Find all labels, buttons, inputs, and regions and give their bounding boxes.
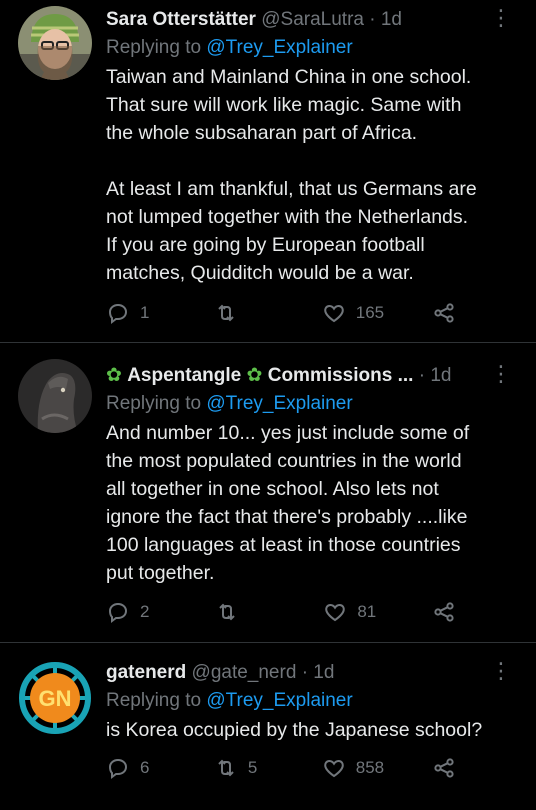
retweet-icon	[215, 600, 239, 624]
avatar-logo-text: GN	[39, 686, 72, 711]
mention-link[interactable]: @Trey_Explainer	[206, 37, 352, 58]
timestamp[interactable]: 1d	[430, 365, 451, 386]
tweet[interactable]: GN gatenerd @gate_nerd · 1d ⋮ Replying t…	[0, 643, 536, 810]
more-options-icon[interactable]: ⋮	[490, 6, 512, 34]
replying-to: Replying to @Trey_Explainer	[106, 34, 510, 62]
display-name[interactable]: Aspentangle	[127, 365, 241, 386]
user-handle[interactable]: @SaraLutra	[261, 9, 364, 30]
avatar[interactable]	[18, 6, 92, 80]
retweet-icon	[214, 756, 238, 780]
retweet-button[interactable]	[215, 600, 275, 624]
like-count: 858	[355, 758, 385, 777]
replying-to: Replying to @Trey_Explainer	[106, 390, 510, 418]
display-name[interactable]: gatenerd	[106, 662, 186, 683]
reply-button[interactable]: 6	[106, 756, 166, 780]
tweet-text: is Korea occupied by the Japanese school…	[106, 719, 483, 741]
tweet[interactable]: Sara Otterstätter @SaraLutra · 1d ⋮ Repl…	[0, 0, 536, 343]
reply-icon	[106, 600, 130, 624]
display-name-suffix[interactable]: Commissions ...	[268, 365, 414, 386]
separator-dot: ·	[418, 365, 426, 386]
retweet-button[interactable]	[214, 301, 274, 325]
mention-link[interactable]: @Trey_Explainer	[206, 393, 352, 414]
share-icon	[432, 756, 456, 780]
leaf-icon: ✿	[106, 365, 122, 386]
reply-button[interactable]: 1	[106, 301, 166, 325]
share-icon	[432, 600, 456, 624]
replying-prefix: Replying to	[106, 393, 202, 414]
like-count: 81	[357, 602, 377, 621]
more-options-icon[interactable]: ⋮	[490, 659, 512, 687]
like-button[interactable]: 81	[323, 600, 383, 624]
user-handle[interactable]: @gate_nerd	[192, 662, 297, 683]
share-button[interactable]	[432, 600, 456, 624]
reply-icon	[106, 301, 130, 325]
more-options-icon[interactable]: ⋮	[490, 362, 512, 390]
reply-count: 2	[140, 602, 150, 621]
tweet-text: And number 10... yes just include some o…	[106, 422, 470, 584]
avatar-image	[18, 6, 92, 80]
retweet-icon	[214, 301, 238, 325]
replying-to: Replying to @Trey_Explainer	[106, 687, 510, 715]
mention-link[interactable]: @Trey_Explainer	[206, 690, 352, 711]
timestamp[interactable]: 1d	[313, 662, 334, 683]
replying-prefix: Replying to	[106, 690, 202, 711]
heart-icon	[323, 600, 347, 624]
retweet-count: 5	[247, 758, 258, 777]
avatar-image: GN	[18, 661, 92, 735]
share-icon	[432, 301, 456, 325]
tweet[interactable]: ✿ Aspentangle ✿ Commissions ... · 1d ⋮ R…	[0, 343, 536, 643]
replying-prefix: Replying to	[106, 37, 202, 58]
like-count: 165	[355, 303, 385, 322]
action-bar: 1 165	[106, 298, 456, 328]
action-bar: 2 81	[106, 597, 456, 627]
tweet-text: Taiwan and Mainland China in one school.…	[106, 66, 477, 284]
heart-icon	[322, 301, 346, 325]
reply-count: 6	[140, 758, 150, 777]
share-button[interactable]	[432, 301, 456, 325]
retweet-button[interactable]: 5	[214, 756, 274, 780]
separator-dot: ·	[369, 9, 376, 30]
reply-button[interactable]: 2	[106, 600, 166, 624]
avatar-image	[18, 359, 92, 433]
avatar[interactable]	[18, 359, 92, 433]
like-button[interactable]: 858	[322, 756, 384, 780]
share-button[interactable]	[432, 756, 456, 780]
display-name[interactable]: Sara Otterstätter	[106, 9, 256, 30]
reply-count: 1	[140, 303, 150, 322]
reply-icon	[106, 756, 130, 780]
avatar[interactable]: GN	[18, 661, 92, 735]
leaf-icon: ✿	[246, 365, 263, 386]
heart-icon	[322, 756, 346, 780]
separator-dot: ·	[301, 662, 309, 683]
timestamp[interactable]: 1d	[381, 9, 402, 30]
like-button[interactable]: 165	[322, 301, 384, 325]
action-bar: 6 5 858	[106, 753, 456, 783]
